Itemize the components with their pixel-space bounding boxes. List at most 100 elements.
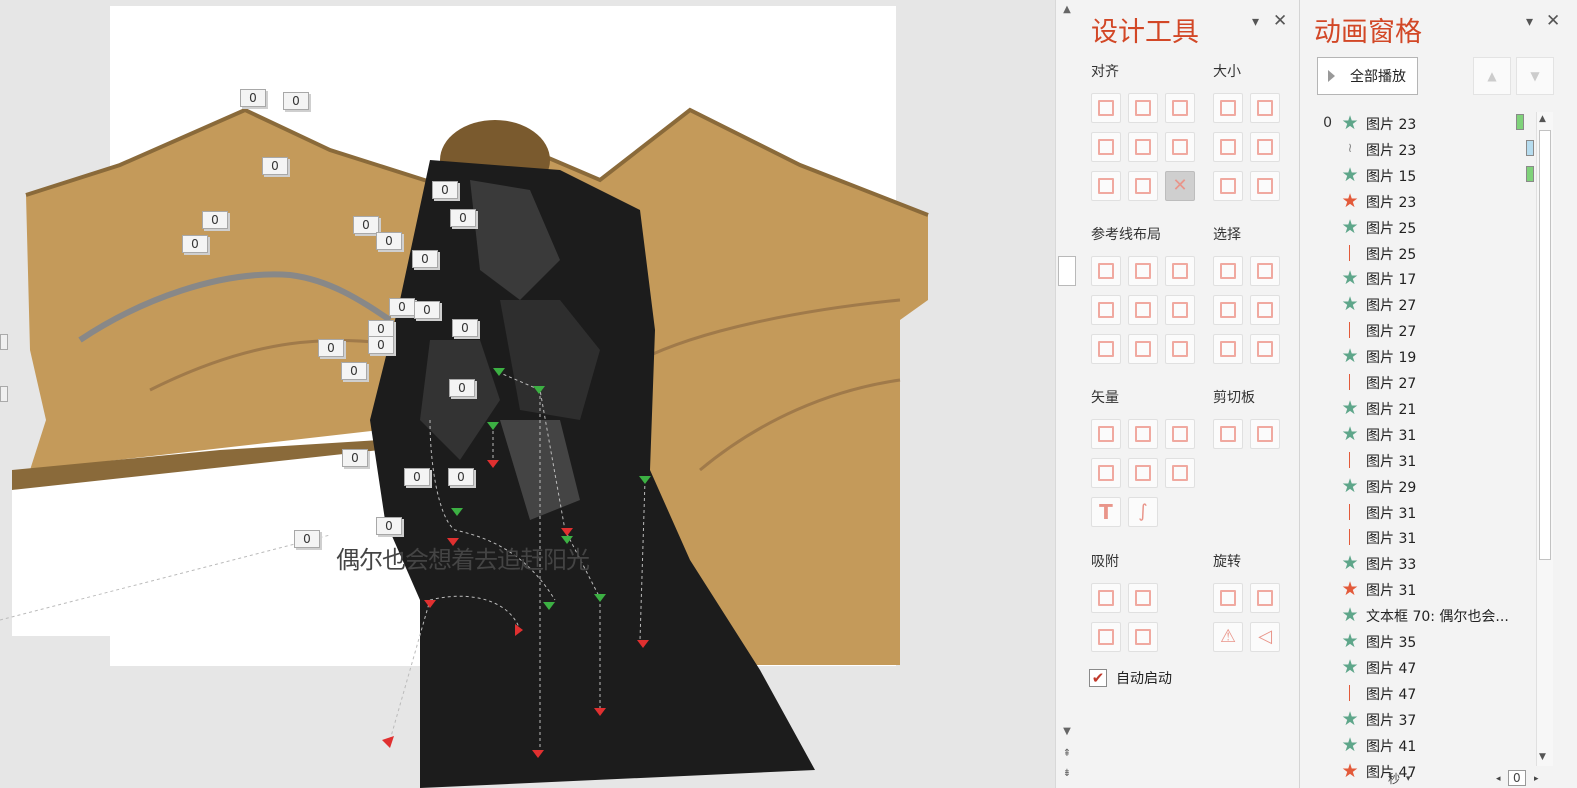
animation-list-item[interactable]: 图片 25 (1300, 240, 1535, 266)
scroll-down-icon[interactable]: ▼ (1059, 724, 1075, 740)
intersect-shapes-button[interactable] (1091, 458, 1121, 488)
animation-order-badge[interactable]: 0 (412, 250, 438, 268)
animation-list-scrollbar[interactable]: ▲ ▼ (1536, 112, 1553, 766)
scroll-down-icon[interactable]: ▼ (1539, 752, 1546, 762)
animation-list-item[interactable]: 图片 27 (1300, 369, 1535, 395)
union-shapes-button[interactable] (1091, 419, 1121, 449)
slide-resize-handle[interactable] (0, 334, 8, 350)
timeline-unit[interactable]: 秒 (1388, 770, 1400, 787)
fragment-shapes-button[interactable] (1165, 419, 1195, 449)
animation-list-item[interactable]: ≀ 图片 23 (1300, 136, 1535, 162)
chevron-down-icon[interactable]: ▾ (1406, 774, 1411, 784)
align-right-button[interactable] (1165, 93, 1195, 123)
scrollbar-thumb[interactable] (1058, 256, 1076, 286)
guide-middle-button[interactable] (1128, 295, 1158, 325)
animation-list-item[interactable]: ★ 图片 19 (1300, 343, 1535, 369)
distribute-horizontal-button[interactable] (1091, 171, 1121, 201)
animation-list-item[interactable]: ★ 图片 47 (1300, 654, 1535, 680)
animation-order-badge[interactable]: 0 (182, 235, 208, 253)
animation-order-badge[interactable]: 0 (294, 530, 320, 548)
move-down-button[interactable]: ▼ (1516, 57, 1554, 95)
guide-stretch-v-button[interactable] (1128, 334, 1158, 364)
text-to-shape-button[interactable]: T (1091, 497, 1121, 527)
width-top-button[interactable] (1213, 132, 1243, 162)
guide-stretch-h-button[interactable] (1091, 334, 1121, 364)
animation-order-badge[interactable]: 0 (202, 211, 228, 229)
animation-order-badge[interactable]: 0 (376, 232, 402, 250)
snap-top-button[interactable] (1091, 622, 1121, 652)
move-up-button[interactable]: ▲ (1473, 57, 1511, 95)
guide-fill-button[interactable] (1165, 334, 1195, 364)
animation-order-badge[interactable]: 0 (432, 181, 458, 199)
align-top-button[interactable] (1091, 132, 1121, 162)
animation-list-item[interactable]: ★ 图片 37 (1300, 706, 1535, 732)
distribute-vertical-button[interactable] (1128, 171, 1158, 201)
rotate-left-button[interactable] (1213, 583, 1243, 613)
animation-order-badge[interactable]: 0 (240, 89, 266, 107)
animation-list-item[interactable]: ★ 图片 17 (1300, 265, 1535, 291)
combine-shapes-button[interactable] (1128, 419, 1158, 449)
align-middle-button[interactable] (1128, 132, 1158, 162)
animation-order-badge[interactable]: 0 (342, 449, 368, 467)
animation-list-item[interactable]: 图片 47 (1300, 680, 1535, 706)
scroll-up-icon[interactable]: ▲ (1059, 2, 1075, 18)
slide-resize-handle[interactable] (0, 386, 8, 402)
animation-list-item[interactable]: ★ 图片 33 (1300, 550, 1535, 576)
same-height-button[interactable] (1250, 93, 1280, 123)
animation-order-badge[interactable]: 0 (449, 379, 475, 397)
scrollbar-thumb[interactable] (1539, 130, 1551, 560)
scroll-up-icon[interactable]: ▲ (1539, 114, 1546, 124)
edit-points-button[interactable]: ∫ (1128, 497, 1158, 527)
timing-bar[interactable] (1526, 139, 1534, 156)
snap-left-button[interactable] (1091, 583, 1121, 613)
overlap-shapes-button[interactable] (1165, 458, 1195, 488)
select-forward-button[interactable] (1213, 295, 1243, 325)
animation-order-badge[interactable]: 0 (376, 517, 402, 535)
animation-list-item[interactable]: ★ 文本框 70: 偶尔也会... (1300, 602, 1535, 628)
align-bottom-button[interactable] (1165, 132, 1195, 162)
align-to-slide-button[interactable]: ✕ (1165, 171, 1195, 201)
animation-list-item[interactable]: ★ 图片 31 (1300, 421, 1535, 447)
animation-list-item[interactable]: ★ 图片 41 (1300, 732, 1535, 758)
align-center-button[interactable] (1128, 93, 1158, 123)
animation-order-badge[interactable]: 0 (404, 468, 430, 486)
animation-list-item[interactable]: 图片 27 (1300, 317, 1535, 343)
same-width-button[interactable] (1213, 93, 1243, 123)
animation-list-item[interactable]: ★ 图片 29 (1300, 473, 1535, 499)
flip-vertical-button[interactable]: ⚠ (1213, 622, 1243, 652)
autostart-option[interactable]: ✔ 自动启动 (1089, 668, 1172, 688)
animation-order-badge[interactable]: 0 (262, 157, 288, 175)
guide-top-button[interactable] (1091, 295, 1121, 325)
animation-order-badge[interactable]: 0 (318, 339, 344, 357)
animation-order-badge[interactable]: 0 (341, 362, 367, 380)
guide-right-button[interactable] (1165, 256, 1195, 286)
animation-order-badge[interactable]: 0 (389, 298, 415, 316)
snap-right-button[interactable] (1128, 583, 1158, 613)
slide-canvas[interactable]: 0 0 0 0 0 0 0 0 0 0 0 0 0 0 0 0 0 0 0 0 … (0, 0, 1055, 788)
chevron-right-icon[interactable]: ▸ (1534, 774, 1539, 784)
next-slide-icon[interactable]: ⇟ (1059, 766, 1075, 782)
animation-list-item[interactable]: ★ 图片 21 (1300, 395, 1535, 421)
animation-order-badge[interactable]: 0 (368, 336, 394, 354)
snap-bottom-button[interactable] (1128, 622, 1158, 652)
height-right-button[interactable] (1250, 171, 1280, 201)
rotate-right-button[interactable] (1250, 583, 1280, 613)
close-icon[interactable]: ✕ (1273, 11, 1287, 31)
close-icon[interactable]: ✕ (1546, 11, 1560, 31)
animation-list-item[interactable]: 0 ★ 图片 23 (1300, 110, 1535, 136)
flip-horizontal-button[interactable]: ◁ (1250, 622, 1280, 652)
animation-order-badge[interactable]: 0 (448, 468, 474, 486)
animation-list-item[interactable]: 图片 31 (1300, 524, 1535, 550)
copy-button[interactable] (1213, 419, 1243, 449)
guide-left-button[interactable] (1091, 256, 1121, 286)
paste-button[interactable] (1250, 419, 1280, 449)
animation-order-badge[interactable]: 0 (283, 92, 309, 110)
guide-bottom-button[interactable] (1165, 295, 1195, 325)
timing-bar[interactable] (1526, 165, 1534, 182)
timing-bar[interactable] (1516, 114, 1524, 130)
align-left-button[interactable] (1091, 93, 1121, 123)
guide-center-button[interactable] (1128, 256, 1158, 286)
slide-vertical-scrollbar[interactable]: ▲ ▼ ⇞ ⇟ (1055, 0, 1078, 788)
select-same-button[interactable] (1213, 256, 1243, 286)
select-group-button[interactable] (1250, 256, 1280, 286)
